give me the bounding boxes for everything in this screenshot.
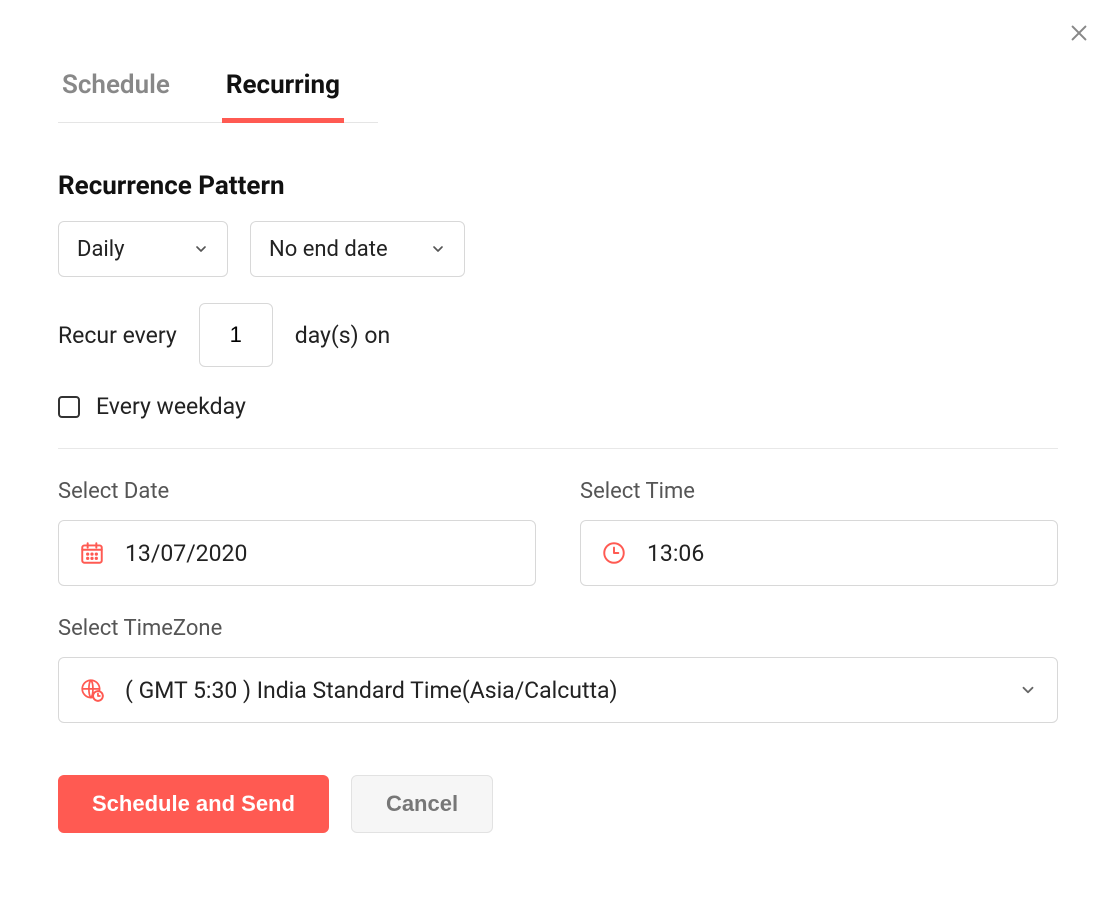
tab-bar: Schedule Recurring (58, 60, 378, 123)
tab-schedule[interactable]: Schedule (58, 60, 174, 123)
divider (58, 448, 1058, 449)
globe-clock-icon (79, 677, 105, 703)
date-input[interactable]: 13/07/2020 (58, 520, 536, 586)
chevron-down-icon (430, 241, 446, 257)
close-button[interactable] (1064, 18, 1094, 48)
timezone-value: ( GMT 5:30 ) India Standard Time(Asia/Ca… (125, 677, 999, 704)
enddate-value: No end date (269, 237, 388, 262)
calendar-icon (79, 540, 105, 566)
tab-recurring[interactable]: Recurring (222, 60, 344, 123)
schedule-and-send-button[interactable]: Schedule and Send (58, 775, 329, 833)
dialog-actions: Schedule and Send Cancel (58, 775, 1058, 833)
date-field: Select Date 13/ (58, 479, 536, 586)
frequency-value: Daily (77, 237, 125, 262)
time-field: Select Time 13:06 (580, 479, 1058, 586)
section-title-recurrence: Recurrence Pattern (58, 171, 1058, 201)
cancel-button[interactable]: Cancel (351, 775, 493, 833)
schedule-dialog: Schedule Recurring Recurrence Pattern Da… (0, 0, 1116, 906)
recur-prefix-label: Recur every (58, 322, 177, 349)
timezone-select[interactable]: ( GMT 5:30 ) India Standard Time(Asia/Ca… (58, 657, 1058, 723)
frequency-select[interactable]: Daily (58, 221, 228, 277)
frequency-row: Daily No end date (58, 221, 1058, 277)
clock-icon (601, 540, 627, 566)
recur-interval-input[interactable] (199, 303, 273, 367)
recur-row: Recur every day(s) on (58, 303, 1058, 367)
date-label: Select Date (58, 479, 536, 504)
checkbox-icon (58, 396, 80, 418)
timezone-label: Select TimeZone (58, 616, 1058, 641)
time-value: 13:06 (647, 540, 1037, 567)
chevron-down-icon (1019, 681, 1037, 699)
close-icon (1068, 22, 1090, 44)
timezone-field: Select TimeZone ( GMT 5:30 ) India Stand… (58, 616, 1058, 723)
date-value: 13/07/2020 (125, 540, 515, 567)
enddate-select[interactable]: No end date (250, 221, 465, 277)
every-weekday-toggle[interactable]: Every weekday (58, 393, 1058, 420)
every-weekday-label: Every weekday (96, 393, 246, 420)
recur-suffix-label: day(s) on (295, 322, 390, 349)
time-label: Select Time (580, 479, 1058, 504)
time-input[interactable]: 13:06 (580, 520, 1058, 586)
chevron-down-icon (193, 241, 209, 257)
